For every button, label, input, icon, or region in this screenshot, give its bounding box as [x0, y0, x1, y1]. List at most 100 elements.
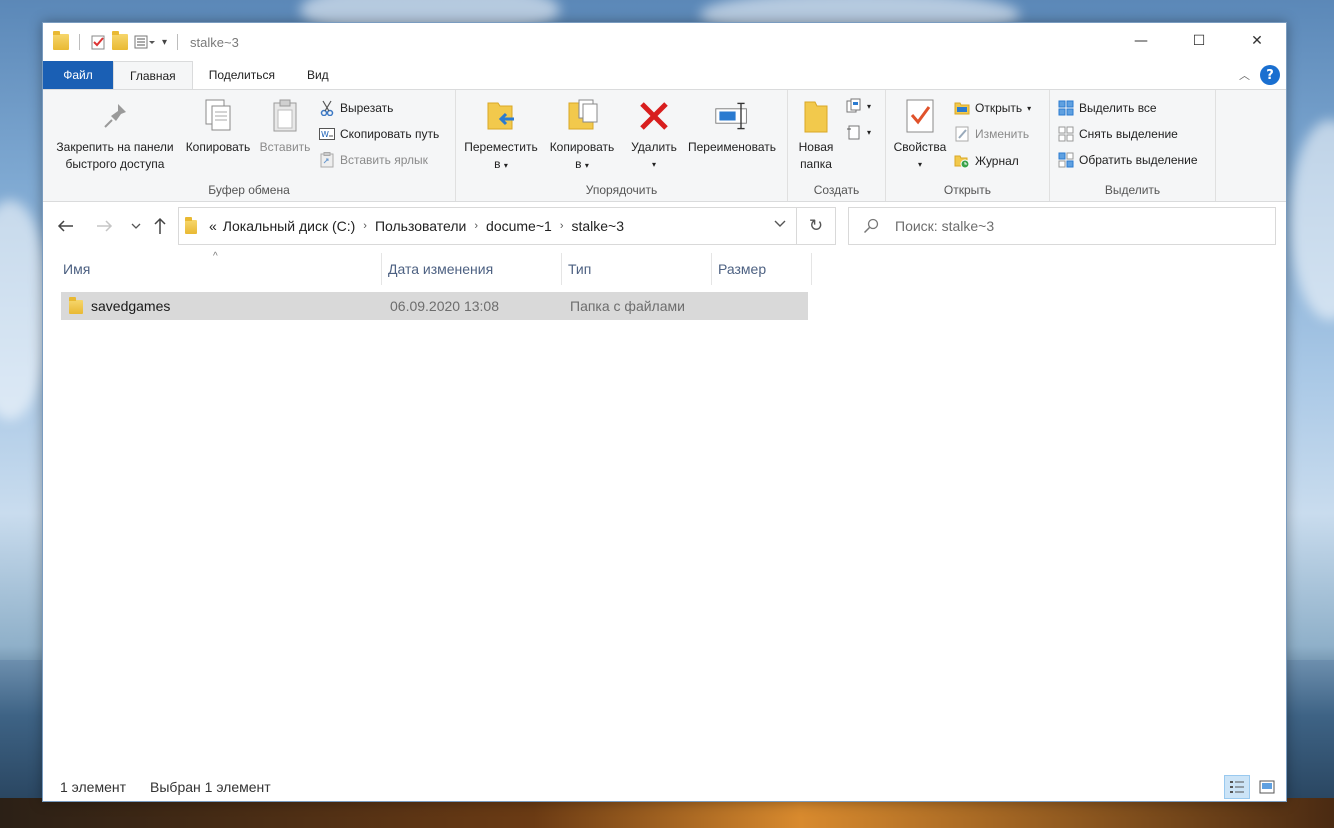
select-none-button[interactable]: Снять выделение: [1058, 124, 1178, 144]
svg-text:W: W: [321, 130, 329, 139]
paste-button[interactable]: Вставить: [255, 96, 315, 156]
view-options-icon[interactable]: [134, 34, 155, 50]
pin-icon: [97, 96, 133, 136]
group-label-new: Создать: [813, 183, 860, 197]
refresh-button[interactable]: ↻: [797, 207, 836, 245]
file-name-cell: savedgames: [61, 297, 384, 314]
search-box[interactable]: Поиск: stalke~3: [848, 207, 1276, 245]
file-modified-cell: 06.09.2020 13:08: [390, 298, 499, 314]
select-all-button[interactable]: Выделить все: [1058, 98, 1157, 118]
new-folder-icon[interactable]: [112, 31, 128, 50]
copy-label: Копировать: [185, 140, 251, 154]
details-view-icon: [1230, 781, 1244, 793]
ribbon-tools: ︿ ?: [1239, 65, 1280, 85]
new-folder-label-line2: папка: [800, 157, 832, 171]
new-folder-label-line1: Новая: [798, 140, 834, 154]
details-view-button[interactable]: [1224, 775, 1250, 799]
file-name: savedgames: [91, 298, 171, 314]
breadcrumb-overflow[interactable]: «: [209, 218, 217, 234]
easy-access-icon: [846, 124, 862, 140]
column-header-modified[interactable]: Дата изменения: [382, 253, 562, 285]
open-button[interactable]: Открыть ▾: [954, 98, 1031, 118]
invert-selection-button[interactable]: Обратить выделение: [1058, 150, 1198, 170]
copy-button[interactable]: Копировать: [179, 96, 257, 156]
forward-button[interactable]: [93, 215, 115, 237]
customize-toolbar-chevron-icon[interactable]: ▾: [162, 37, 167, 48]
navigation-bar: « Локальный диск (C:) › Пользователи › d…: [43, 207, 1286, 245]
back-button[interactable]: [55, 215, 77, 237]
breadcrumb-separator-icon[interactable]: ›: [560, 220, 564, 232]
copy-to-icon: [564, 96, 600, 136]
column-header-name[interactable]: Имя ^: [57, 251, 382, 285]
up-arrow-icon: [154, 217, 166, 234]
copy-to-button[interactable]: Копировать в ▾: [542, 96, 622, 174]
table-row[interactable]: savedgames 06.09.2020 13:08 Папка с файл…: [61, 292, 808, 320]
new-item-button[interactable]: ▾: [846, 96, 871, 116]
selection-count: Выбран 1 элемент: [150, 779, 271, 795]
maximize-button[interactable]: ☐: [1170, 23, 1228, 59]
close-button[interactable]: ✕: [1228, 23, 1286, 59]
easy-access-button[interactable]: ▾: [846, 122, 871, 142]
breadcrumb-documents[interactable]: docume~1: [486, 218, 552, 234]
breadcrumb-users[interactable]: Пользователи: [375, 218, 466, 234]
explorer-window: ▾ stalke~3 — ☐ ✕ Файл Главная Поделиться…: [42, 22, 1287, 802]
select-none-icon: [1058, 126, 1074, 142]
properties-check-icon[interactable]: [90, 34, 106, 50]
breadcrumb-separator-icon[interactable]: ›: [363, 220, 367, 232]
back-arrow-icon: [57, 220, 73, 232]
invert-selection-icon: [1058, 152, 1074, 168]
window-title: stalke~3: [190, 34, 239, 50]
properties-icon: [902, 96, 938, 136]
help-icon[interactable]: ?: [1260, 65, 1280, 85]
history-button[interactable]: Журнал: [954, 151, 1019, 171]
breadcrumb-separator-icon[interactable]: ›: [474, 220, 478, 232]
recent-locations-button[interactable]: [125, 215, 147, 237]
edit-button[interactable]: Изменить: [954, 124, 1029, 144]
paste-label: Вставить: [259, 140, 311, 154]
tab-share[interactable]: Поделиться: [193, 61, 291, 89]
item-count: 1 элемент: [60, 779, 127, 795]
properties-label: Свойства: [893, 140, 947, 154]
file-type-cell: Папка с файлами: [570, 298, 685, 314]
minimize-button[interactable]: —: [1112, 23, 1170, 59]
up-button[interactable]: [149, 215, 171, 237]
rename-button[interactable]: Переименовать: [682, 96, 782, 156]
quick-access-toolbar: ▾: [53, 31, 182, 50]
search-icon: [863, 218, 879, 234]
edit-label: Изменить: [975, 127, 1030, 141]
copy-path-button[interactable]: W Скопировать путь: [319, 124, 439, 144]
folder-icon: [69, 297, 83, 314]
ribbon: Закрепить на панели быстрого доступа Коп…: [43, 89, 1286, 202]
tab-view[interactable]: Вид: [291, 61, 345, 89]
collapse-ribbon-icon[interactable]: ︿: [1239, 67, 1250, 83]
large-icons-view-button[interactable]: [1254, 775, 1280, 799]
cut-button[interactable]: Вырезать: [319, 98, 393, 118]
delete-button[interactable]: Удалить ▾: [626, 96, 682, 173]
tab-file[interactable]: Файл: [43, 61, 113, 89]
move-to-button[interactable]: Переместить в ▾: [460, 96, 542, 174]
group-label-organize: Упорядочить: [585, 183, 658, 197]
delete-label: Удалить: [631, 140, 677, 154]
column-header-size[interactable]: Размер: [712, 253, 812, 285]
breadcrumb-drive[interactable]: Локальный диск (C:): [223, 218, 356, 234]
divider: [177, 34, 179, 50]
breadcrumb-current[interactable]: stalke~3: [571, 218, 624, 234]
group-label-open: Открыть: [943, 183, 992, 197]
column-header-type[interactable]: Тип: [562, 253, 712, 285]
select-none-label: Снять выделение: [1079, 127, 1178, 141]
pin-quick-access-button[interactable]: Закрепить на панели быстрого доступа: [51, 96, 179, 173]
properties-button[interactable]: Свойства ▾: [890, 96, 950, 173]
paste-shortcut-label: Вставить ярлык: [340, 153, 428, 167]
paste-shortcut-icon: [319, 152, 335, 168]
chevron-down-icon: [131, 223, 141, 229]
column-headers: Имя ^ Дата изменения Тип Размер: [57, 251, 812, 285]
address-history-dropdown-icon[interactable]: [774, 219, 786, 231]
new-folder-button[interactable]: Новая папка: [794, 96, 838, 173]
address-bar[interactable]: « Локальный диск (C:) › Пользователи › d…: [178, 207, 797, 245]
tab-home[interactable]: Главная: [113, 61, 193, 89]
move-to-label-line1: Переместить: [464, 140, 538, 154]
new-folder-icon: [798, 96, 834, 136]
sort-ascending-icon: ^: [213, 251, 218, 262]
paste-shortcut-button[interactable]: Вставить ярлык: [319, 150, 428, 170]
delete-dropdown-icon: ▾: [651, 160, 656, 169]
